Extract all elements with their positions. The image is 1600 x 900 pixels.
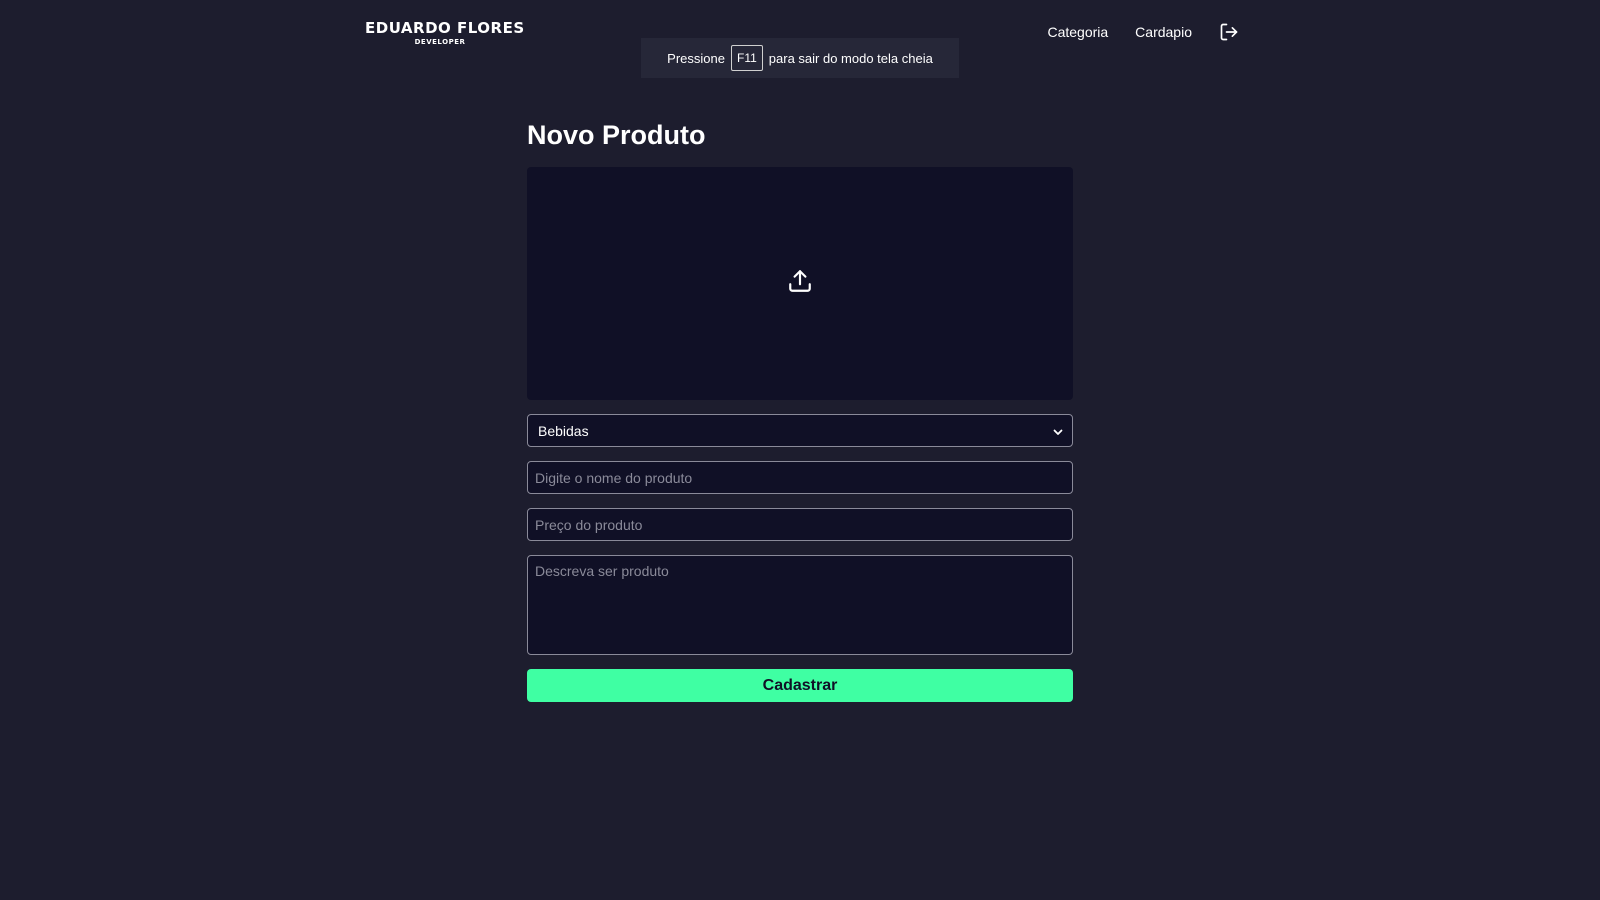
product-description-textarea[interactable] <box>527 555 1073 655</box>
logout-icon[interactable] <box>1219 22 1239 42</box>
fullscreen-notice-before: Pressione <box>667 50 725 66</box>
product-name-input[interactable] <box>527 461 1073 494</box>
nav-link-categoria[interactable]: Categoria <box>1047 24 1108 40</box>
page-title: Novo Produto <box>527 120 706 150</box>
fullscreen-key: F11 <box>730 45 763 71</box>
upload-icon <box>787 268 813 299</box>
submit-button[interactable]: Cadastrar <box>527 669 1073 702</box>
logo-main-text: EDUARDO FLORES <box>365 19 525 37</box>
fullscreen-notice: Pressione F11 para sair do modo tela che… <box>641 38 959 78</box>
logo-sub-text: DEVELOPER <box>414 38 466 46</box>
image-upload-area[interactable] <box>527 167 1073 400</box>
category-select-value: Bebidas <box>538 422 589 439</box>
product-form: Novo Produto Bebidas Cadastrar <box>527 115 1073 702</box>
fullscreen-notice-after: para sair do modo tela cheia <box>768 50 933 66</box>
chevron-down-icon <box>1052 425 1064 437</box>
nav: Categoria Cardapio <box>1020 20 1239 44</box>
product-price-input[interactable] <box>527 508 1073 541</box>
category-select[interactable]: Bebidas <box>527 414 1073 447</box>
logo[interactable]: EDUARDO FLORES DEVELOPER <box>365 19 525 47</box>
nav-link-cardapio[interactable]: Cardapio <box>1135 24 1192 40</box>
